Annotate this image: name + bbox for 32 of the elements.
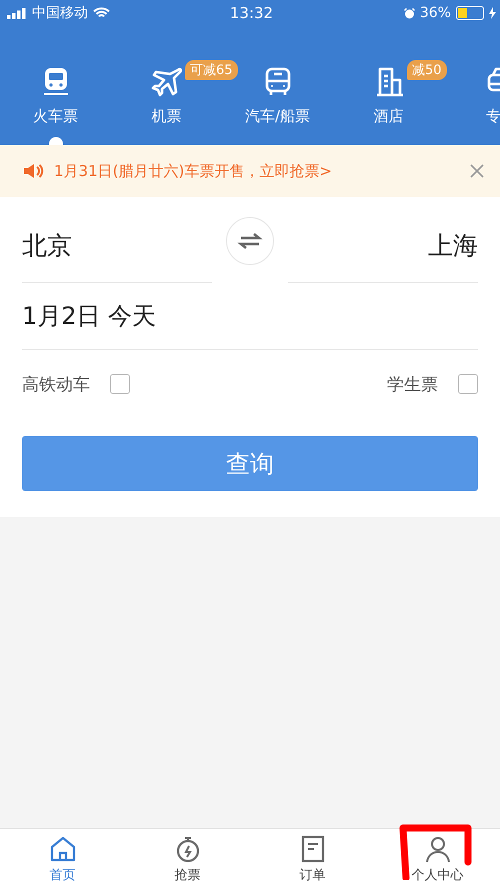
- close-icon[interactable]: [470, 164, 484, 178]
- wifi-icon: [93, 7, 110, 19]
- category-tab[interactable]: 汽车/船票: [244, 66, 310, 126]
- battery-icon: [456, 6, 484, 20]
- alarm-icon: [404, 8, 415, 18]
- discount-badge: 减50: [407, 60, 447, 80]
- tab-bar-item[interactable]: 个人中心: [375, 829, 500, 889]
- tab-bar-item[interactable]: 订单: [250, 829, 375, 889]
- category-tab[interactable]: 火车票: [33, 66, 78, 126]
- option-label: 高铁动车: [22, 374, 90, 396]
- option-label: 学生票: [387, 374, 438, 396]
- search-button[interactable]: 查询: [22, 436, 478, 491]
- plane-icon: [150, 66, 182, 98]
- tab-bar-item[interactable]: 抢票: [125, 829, 250, 889]
- carrier-name: 中国移动: [32, 4, 88, 22]
- category-tab[interactable]: 酒店: [372, 66, 404, 126]
- status-time: 13:32: [230, 4, 274, 22]
- charging-icon: [488, 7, 496, 19]
- speaker-icon: [24, 163, 44, 179]
- home-icon: [48, 834, 76, 862]
- signal-icon: [7, 8, 27, 18]
- swap-icon[interactable]: [226, 217, 274, 265]
- discount-badge: 可减65: [185, 60, 238, 80]
- departure-city[interactable]: 北京: [22, 197, 212, 283]
- category-tab[interactable]: 机票: [150, 66, 182, 126]
- date-field[interactable]: 1月2日 今天: [22, 283, 478, 350]
- checkbox[interactable]: [458, 374, 478, 394]
- battery-percent: 36%: [420, 5, 451, 21]
- person-icon: [424, 834, 452, 862]
- tab-bar-item[interactable]: 首页: [0, 829, 125, 889]
- checkbox[interactable]: [110, 374, 130, 394]
- arrival-city[interactable]: 上海: [288, 197, 478, 283]
